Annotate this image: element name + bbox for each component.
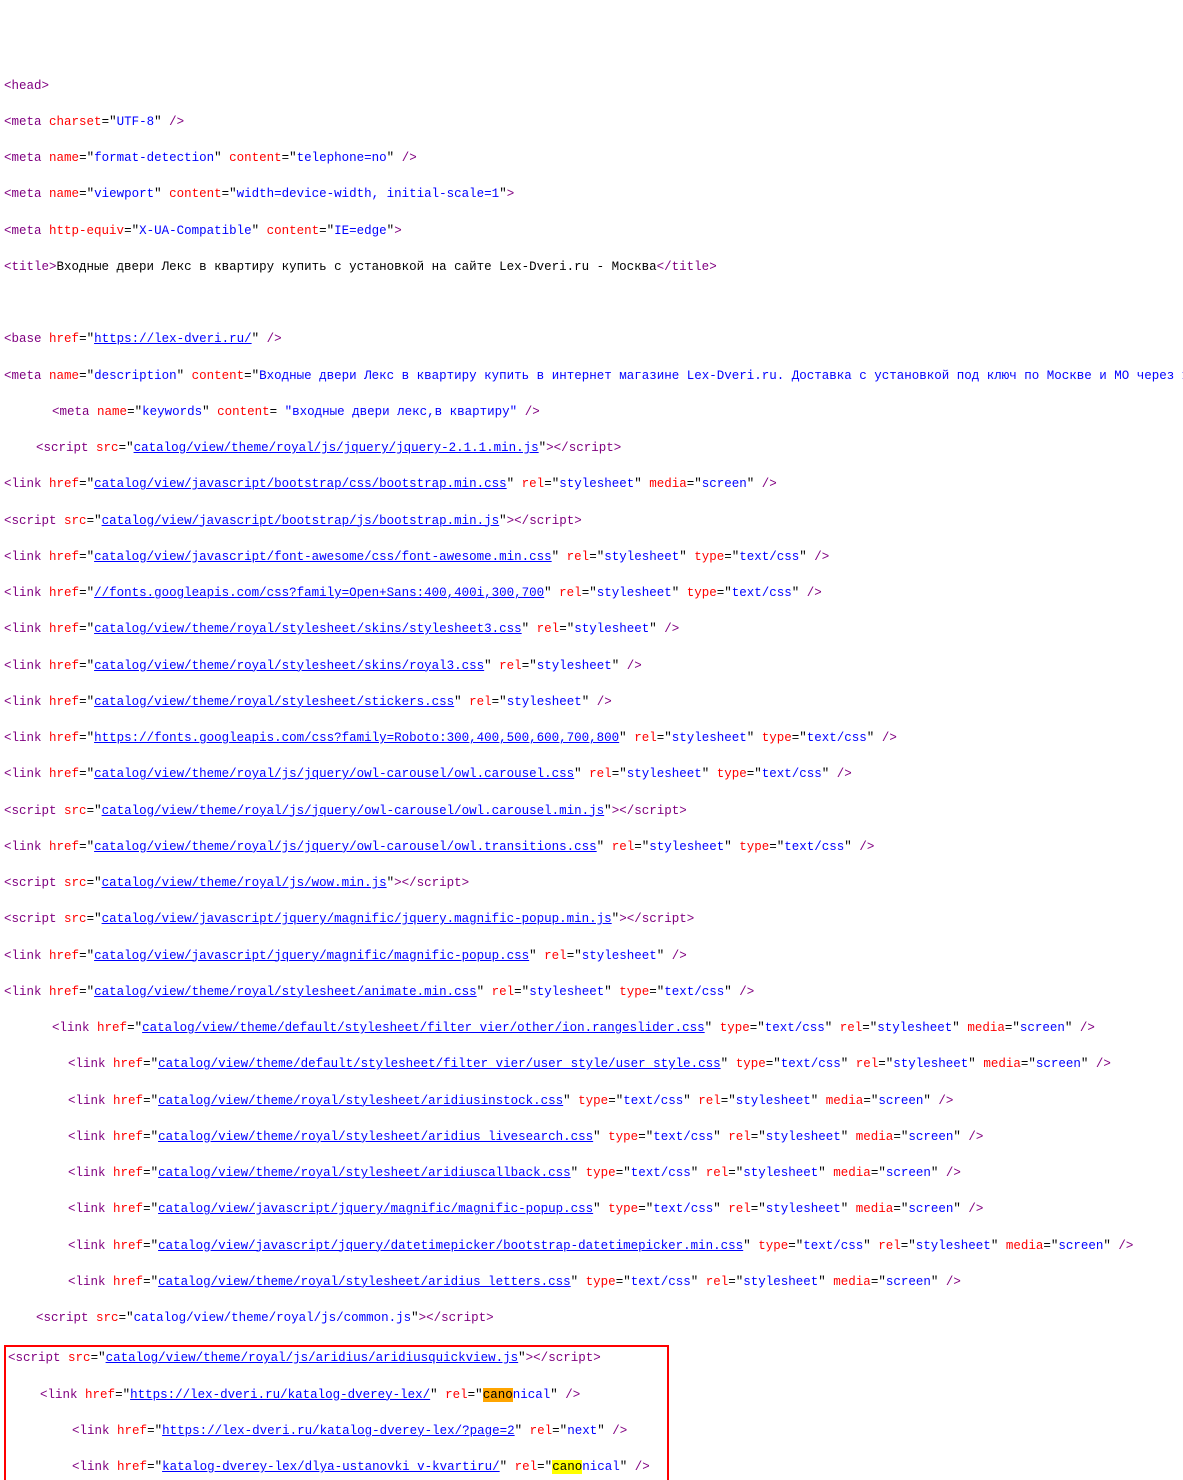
- link-stickers: <link href="catalog/view/theme/royal/sty…: [4, 693, 1179, 711]
- link-owl-carousel-css: <link href="catalog/view/theme/royal/js/…: [4, 765, 1179, 783]
- link-bootstrap-css: <link href="catalog/view/javascript/boot…: [4, 475, 1179, 493]
- link-canonical-2: <link href="katalog-dverey-lex/dlya-usta…: [72, 1458, 665, 1476]
- script-quickview: <script src="catalog/view/theme/royal/js…: [8, 1349, 665, 1367]
- script-jquery: <script src="catalog/view/theme/royal/js…: [36, 439, 1179, 457]
- link-owl-transitions: <link href="catalog/view/theme/royal/js/…: [4, 838, 1179, 856]
- link-stylesheet3: <link href="catalog/view/theme/royal/sty…: [4, 620, 1179, 638]
- link-user-style: <link href="catalog/view/theme/default/s…: [68, 1055, 1179, 1073]
- head-open: <head>: [4, 77, 1179, 95]
- base-link[interactable]: https://lex-dveri.ru/: [94, 332, 252, 346]
- link-callback: <link href="catalog/view/theme/royal/sty…: [68, 1164, 1179, 1182]
- script-magnific-popup: <script src="catalog/view/javascript/jqu…: [4, 910, 1179, 928]
- link-roboto: <link href="https://fonts.googleapis.com…: [4, 729, 1179, 747]
- script-bootstrap-js: <script src="catalog/view/javascript/boo…: [4, 512, 1179, 530]
- link-rangeslider-css: <link href="catalog/view/theme/default/s…: [52, 1019, 1179, 1037]
- base-tag: <base href="https://lex-dveri.ru/" />: [4, 330, 1179, 348]
- link-fontawesome: <link href="catalog/view/javascript/font…: [4, 548, 1179, 566]
- link-opensans: <link href="//fonts.googleapis.com/css?f…: [4, 584, 1179, 602]
- source-root: <head> <meta charset="UTF-8" /> <meta na…: [4, 77, 1179, 1480]
- meta-description: <meta name="description" content="Входны…: [4, 367, 1179, 385]
- meta-compatible: <meta http-equiv="X-UA-Compatible" conte…: [4, 222, 1179, 240]
- link-letters: <link href="catalog/view/theme/royal/sty…: [68, 1273, 1179, 1291]
- script-common: <script src="catalog/view/theme/royal/js…: [36, 1309, 1179, 1327]
- meta-keywords: <meta name="keywords" content= "входные …: [52, 403, 1179, 421]
- link-datetimepicker-css: <link href="catalog/view/javascript/jque…: [68, 1237, 1179, 1255]
- meta-viewport: <meta name="viewport" content="width=dev…: [4, 185, 1179, 203]
- link-animate: <link href="catalog/view/theme/royal/sty…: [4, 983, 1179, 1001]
- title-tag: <title>Входные двери Лекс в квартиру куп…: [4, 258, 1179, 276]
- link-magnific-popup-css: <link href="catalog/view/javascript/jque…: [4, 947, 1179, 965]
- link-canonical-1: <link href="https://lex-dveri.ru/katalog…: [40, 1386, 665, 1404]
- script-link[interactable]: catalog/view/theme/royal/js/jquery/jquer…: [134, 441, 539, 455]
- highlighted-region: <script src="catalog/view/theme/royal/js…: [4, 1345, 669, 1480]
- link-livesearch: <link href="catalog/view/theme/royal/sty…: [68, 1128, 1179, 1146]
- link-magnific2: <link href="catalog/view/javascript/jque…: [68, 1200, 1179, 1218]
- blank-line: [4, 294, 1179, 312]
- link-instock: <link href="catalog/view/theme/royal/sty…: [68, 1092, 1179, 1110]
- script-owl-carousel-js: <script src="catalog/view/theme/royal/js…: [4, 802, 1179, 820]
- link-next-1: <link href="https://lex-dveri.ru/katalog…: [72, 1422, 665, 1440]
- meta-format-detection: <meta name="format-detection" content="t…: [4, 149, 1179, 167]
- link-royal3: <link href="catalog/view/theme/royal/sty…: [4, 657, 1179, 675]
- meta-charset: <meta charset="UTF-8" />: [4, 113, 1179, 131]
- script-wow: <script src="catalog/view/theme/royal/js…: [4, 874, 1179, 892]
